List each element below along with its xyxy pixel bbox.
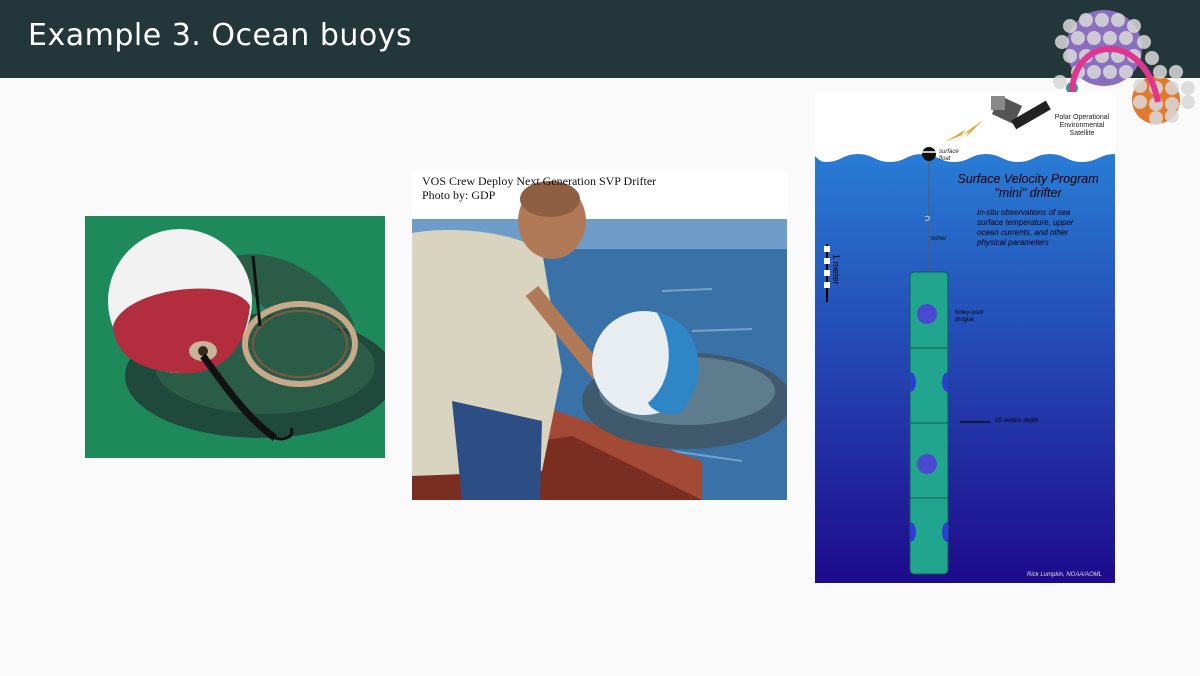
description-line: ocean currents, and other (977, 228, 1069, 237)
depth-label: 15 meters depth (995, 418, 1039, 424)
slide-header: Example 3. Ocean buoys (0, 0, 1200, 78)
drogue-label-line: drogue (955, 317, 974, 323)
satellite-label-line: Polar Operational (1054, 114, 1110, 121)
description-line: surface temperature, upper (977, 218, 1074, 227)
program-title-line: Surface Velocity Program (957, 172, 1099, 186)
slide-title: Example 3. Ocean buoys (28, 18, 413, 53)
program-title: Surface Velocity Program "mini" drifter (953, 172, 1103, 200)
satellite-label: Polar Operational Environmental Satellit… (1051, 114, 1113, 138)
description-line: physical parameters (977, 238, 1049, 247)
drogue-label-line: holey-sock (955, 310, 984, 316)
description-line: In-situ observations of sea (977, 208, 1071, 217)
tether-label: tether (931, 236, 947, 242)
diagram-credit: Rick Lumpkin, NOAA/AOML (1027, 572, 1103, 578)
drifter-buoy-photo (85, 216, 385, 458)
program-description: In-situ observations of sea surface temp… (977, 208, 1074, 248)
drogue-label: holey-sock drogue (955, 310, 984, 324)
diagram-background (815, 92, 1115, 583)
surface-float-line: float (939, 156, 951, 162)
photo-caption-credit: Photo by: GDP (422, 188, 496, 202)
satellite-label-line: Environmental (1059, 122, 1105, 129)
surface-float-line: surface (939, 149, 959, 155)
program-title-line: "mini" drifter (994, 186, 1062, 200)
crew-deploy-photo (412, 171, 787, 500)
surface-float-label: surface float (939, 149, 959, 163)
satellite-label-line: Satellite (1069, 130, 1095, 137)
svp-drifter-diagram: Polar Operational Environmental Satellit… (815, 92, 1115, 583)
scale-label: 1 meter (831, 254, 841, 285)
photo-caption-title: VOS Crew Deploy Next Generation SVP Drif… (422, 174, 657, 188)
